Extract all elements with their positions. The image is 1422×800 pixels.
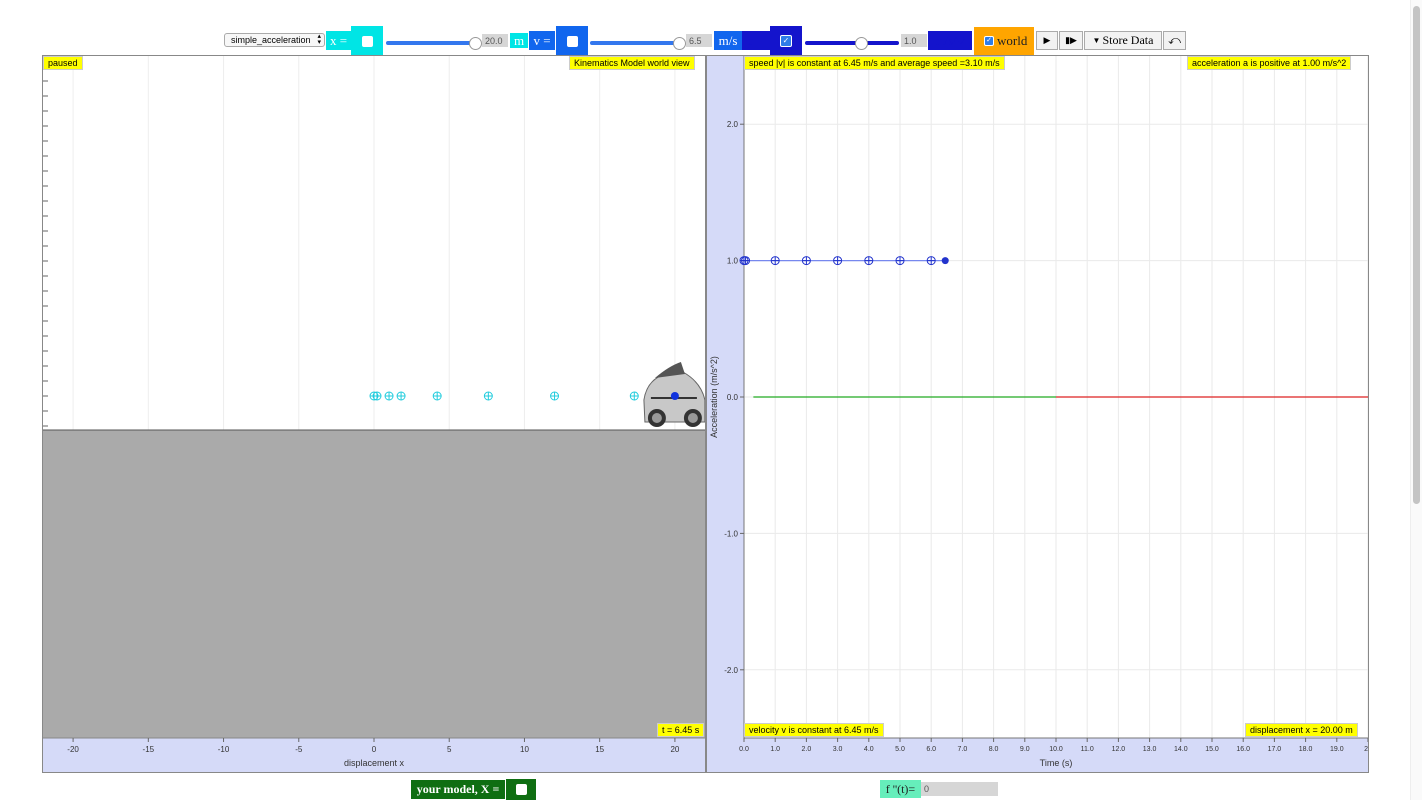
x-tick-label: 14.0	[1174, 746, 1188, 753]
world-tick-label: 0	[372, 745, 377, 754]
v-value[interactable]: 6.5	[686, 34, 712, 47]
paused-status: paused	[43, 56, 83, 70]
x-tick-label: 4.0	[864, 746, 874, 753]
dropdown-triangle-icon: ▼	[1092, 36, 1101, 45]
x-tick-label: 2.0	[802, 746, 812, 753]
checkmark-icon: ✓	[780, 35, 792, 47]
world-axis-label: displacement x	[343, 758, 405, 768]
world-view-title: Kinematics Model world view	[569, 56, 695, 70]
velocity-note: velocity v is constant at 6.45 m/s	[744, 723, 884, 737]
step-button[interactable]: ▮▶	[1059, 31, 1083, 50]
x-tick-label: 17.0	[1268, 746, 1282, 753]
y-tick-label: -2.0	[724, 666, 738, 675]
world-tick-label: 5	[447, 745, 452, 754]
x-axis-label: Time (s)	[1040, 758, 1073, 768]
page-scrollbar-thumb[interactable]	[1413, 6, 1420, 504]
v-unit: m/s	[714, 31, 742, 50]
a-unit: m/s^2	[928, 31, 972, 50]
y-tick-label: 1.0	[727, 257, 739, 266]
x-tick-label: 0.0	[739, 746, 749, 753]
speed-note: speed |v| is constant at 6.45 m/s and av…	[744, 56, 1005, 70]
x-tick-label: 16.0	[1236, 746, 1250, 753]
y-tick-label: 2.0	[727, 120, 739, 129]
a-label: a =	[742, 31, 770, 50]
a-checkbox[interactable]: ✓	[770, 26, 802, 56]
x-tick-label: 18.0	[1299, 746, 1313, 753]
world-tick-label: 20	[670, 745, 679, 754]
your-model-label: your model, X =	[411, 780, 505, 799]
a-value[interactable]: 1.0	[901, 34, 927, 47]
car-position-dot	[670, 392, 679, 400]
world-view[interactable]: -20 -15 -10 -5 0 5 10 15 20 paused Kinematics Mo…	[42, 55, 706, 773]
v-checkbox[interactable]	[556, 26, 588, 56]
undo-button[interactable]: ⤺	[1163, 31, 1186, 50]
acceleration-chart: 2.0 1.0 0.0 -1.0 -2.0 0.0 1.0 2.0 3.0 4.0 5.0 6.0 7.…	[709, 56, 1368, 768]
v-label: v =	[529, 31, 555, 50]
f-double-prime-label: f ''(t)=	[880, 780, 921, 798]
x-label-text: x =	[329, 32, 348, 48]
x-tick-label: 12.0	[1112, 746, 1126, 753]
model-select-value: simple_acceleration	[231, 35, 311, 45]
x-tick-label: 1.0	[770, 746, 780, 753]
a-slider-thumb[interactable]	[854, 37, 868, 50]
x-tick-label: 8.0	[989, 746, 999, 753]
displacement-note: displacement x = 20.00 m	[1245, 723, 1358, 737]
world-tick-label: 10	[520, 745, 529, 754]
current-point	[941, 257, 949, 265]
x-tick-label: 19.0	[1330, 746, 1344, 753]
world-tick-label: -15	[143, 745, 155, 754]
x-tick-label: 7.0	[958, 746, 968, 753]
v-slider-track	[590, 41, 684, 45]
car-hub-front	[651, 413, 662, 423]
page-scrollbar[interactable]	[1410, 0, 1422, 800]
graph-view[interactable]: 2.0 1.0 0.0 -1.0 -2.0 0.0 1.0 2.0 3.0 4.0 5.0 6.0 7.…	[706, 55, 1369, 773]
world-checkbox-icon: ✓	[984, 36, 994, 46]
world-tick-label: -10	[218, 745, 230, 754]
x-tick-label: 10.0	[1049, 746, 1063, 753]
x-tick-label: 20	[1364, 746, 1368, 753]
x-tick-label: 3.0	[833, 746, 843, 753]
world-tick-label: -5	[295, 745, 303, 754]
x-tick-label: 13.0	[1143, 746, 1157, 753]
v-slider[interactable]	[588, 32, 686, 50]
model-select[interactable]: simple_acceleration ▴ ▾	[224, 33, 325, 47]
x-tick-label: 5.0	[895, 746, 905, 753]
a-slider[interactable]	[803, 32, 901, 50]
world-canvas: -20 -15 -10 -5 0 5 10 15 20	[43, 56, 705, 772]
x-slider-track	[386, 41, 480, 45]
play-button[interactable]: ▶	[1036, 31, 1058, 50]
select-arrows-icon: ▴ ▾	[317, 33, 321, 46]
y-axis-label: Acceleration (m/s^2)	[709, 356, 719, 438]
y-tick-label: 0.0	[727, 393, 739, 402]
your-model-checkbox[interactable]	[506, 779, 536, 800]
step-forward-icon: ▮▶	[1065, 35, 1077, 45]
time-readout: t = 6.45 s	[657, 723, 705, 737]
v-slider-thumb[interactable]	[673, 37, 686, 50]
x-unit: m	[510, 33, 528, 48]
x-slider[interactable]	[384, 32, 482, 50]
x-label: x =	[326, 31, 351, 50]
world-tick-label: -20	[67, 745, 79, 754]
x-value[interactable]: 20.0	[482, 34, 508, 47]
car-hub-rear	[687, 413, 698, 423]
y-tick-label: -1.0	[724, 529, 738, 538]
ground	[43, 430, 705, 738]
undo-icon: ⤺	[1168, 33, 1181, 47]
play-icon: ▶	[1043, 35, 1051, 45]
x-tick-label: 15.0	[1205, 746, 1219, 753]
world-tick-label: 15	[595, 745, 604, 754]
x-tick-label: 9.0	[1020, 746, 1030, 753]
a-slider-track	[805, 41, 899, 45]
x-checkbox[interactable]	[351, 26, 383, 56]
world-label: world	[997, 33, 1028, 48]
store-data-button[interactable]: ▼ Store Data	[1084, 31, 1162, 50]
world-toggle[interactable]: ✓ world	[974, 27, 1034, 55]
x-tick-label: 11.0	[1081, 746, 1094, 753]
x-slider-thumb[interactable]	[469, 37, 482, 50]
x-tick-label: 6.0	[926, 746, 936, 753]
f-double-prime-input[interactable]: 0	[921, 782, 998, 796]
acceleration-note: acceleration a is positive at 1.00 m/s^2	[1187, 56, 1352, 70]
